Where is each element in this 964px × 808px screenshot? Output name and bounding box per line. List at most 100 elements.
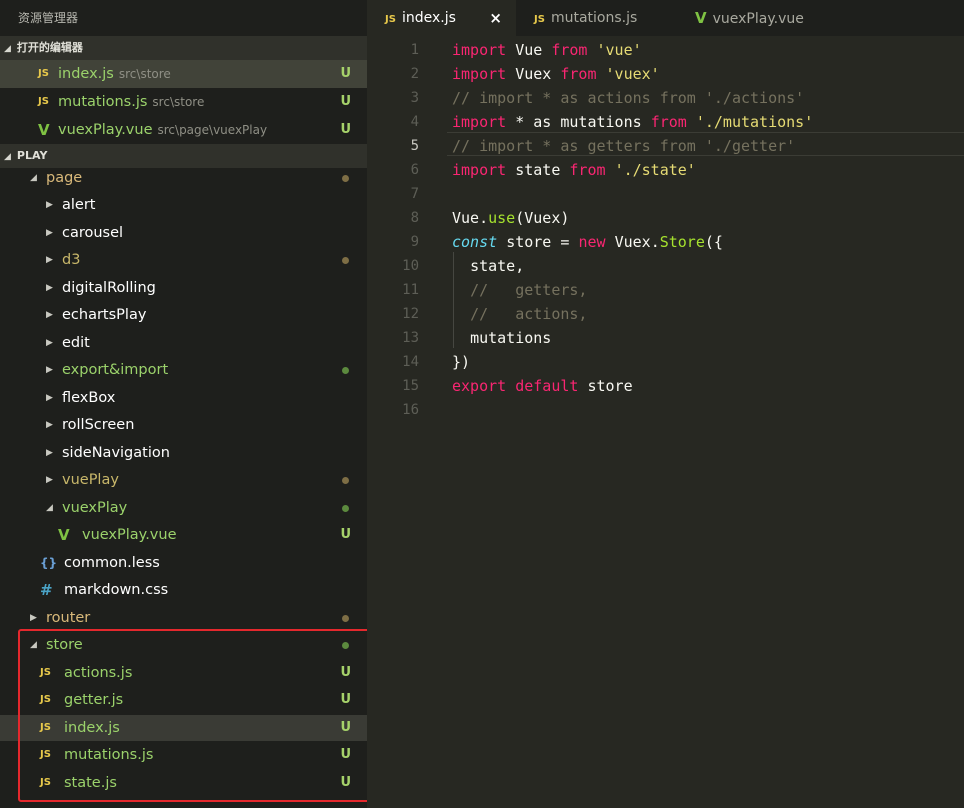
tab-label: index.js <box>401 10 456 26</box>
tree-item-label: carousel <box>62 225 124 241</box>
tab-mutations-js[interactable]: JS mutations.js <box>516 0 677 36</box>
expanded-icon: ◢ <box>30 173 37 183</box>
open-editors-list: JS index.js src\store U JS mutations.js src\st… <box>0 60 367 144</box>
vue-file-icon: V <box>695 9 707 27</box>
tree-file[interactable]: JS actions.js U <box>0 660 367 686</box>
project-label: PLAY <box>16 149 48 162</box>
code-line: import * as mutations from './mutations' <box>452 113 814 131</box>
explorer-sidebar: 资源管理器 ◢ 打开的编辑器 JS index.js src\store U JS muta… <box>0 0 367 808</box>
tree-item-label: edit <box>62 335 90 351</box>
tree-folder[interactable]: ▶ alert <box>0 192 367 218</box>
line-number: 7 <box>410 186 419 202</box>
tree-item-label: alert <box>62 197 96 213</box>
tree-folder[interactable]: ◢ store <box>0 632 367 658</box>
js-file-icon: JS <box>40 749 51 760</box>
line-number: 11 <box>402 282 419 298</box>
collapsed-icon: ▶ <box>46 338 53 348</box>
git-status-badge: U <box>340 122 351 137</box>
collapsed-icon: ▶ <box>46 283 53 293</box>
code-line: }) <box>452 353 471 371</box>
code-line: Vue.use(Vuex) <box>452 209 570 227</box>
tree-item-label: index.js <box>64 720 120 736</box>
tab-label: vuexPlay.vue <box>712 11 804 27</box>
tree-file[interactable]: {} common.less <box>0 550 367 576</box>
js-file-icon: JS <box>40 777 51 788</box>
tree-folder[interactable]: ▶ digitalRolling <box>0 275 367 301</box>
tree-item-label: getter.js <box>64 692 124 708</box>
tree-folder[interactable]: ▶ carousel <box>0 220 367 246</box>
tree-item-label: common.less <box>64 555 160 571</box>
js-file-icon: JS <box>40 722 51 733</box>
git-status-badge: U <box>340 527 351 542</box>
tree-item-label: vuexPlay.vue <box>82 527 177 543</box>
tree-folder[interactable]: ▶ flexBox <box>0 385 367 411</box>
open-editor-item[interactable]: JS index.js src\store U <box>0 60 367 88</box>
tree-item-label: actions.js <box>64 665 133 681</box>
tree-folder[interactable]: ▶ d3 <box>0 247 367 273</box>
tree-folder[interactable]: ▶ sideNavigation <box>0 440 367 466</box>
line-number: 16 <box>402 402 419 418</box>
collapsed-icon: ▶ <box>46 200 53 210</box>
file-name: mutations.js <box>58 94 148 110</box>
css-file-icon: # <box>40 581 53 599</box>
git-modified-dot <box>342 505 349 512</box>
file-path: src\page\vuexPlay <box>157 123 268 137</box>
git-modified-dot <box>342 642 349 649</box>
tree-folder[interactable]: ▶ vuePlay <box>0 467 367 493</box>
line-number: 8 <box>410 210 419 226</box>
code-line: export default store <box>452 377 633 395</box>
tree-folder[interactable]: ▶ edit <box>0 330 367 356</box>
tree-item-label: page <box>46 170 83 186</box>
tree-file[interactable]: # markdown.css <box>0 577 367 603</box>
code-line: import Vue from 'vue' <box>452 41 642 59</box>
file-tree: ◢ page ▶ alert ▶ carousel ▶ d3 ▶ digitalRolling ▶ e… <box>0 168 367 808</box>
tree-item-label: rollScreen <box>62 417 135 433</box>
line-number: 9 <box>410 234 419 250</box>
open-editors-label: 打开的编辑器 <box>16 41 83 54</box>
tree-item-label: markdown.css <box>64 582 169 598</box>
tab-vuexPlay-vue[interactable]: VvuexPlay.vue <box>677 0 817 36</box>
code-editor[interactable]: 1 2 3 4 5 6 7 8 9 10 11 12 13 14 15 16 import Vue from … <box>367 36 964 808</box>
line-number: 2 <box>410 66 419 82</box>
tree-folder[interactable]: ▶ router <box>0 605 367 631</box>
collapsed-icon: ▶ <box>46 255 53 265</box>
code-line: // import * as actions from './actions' <box>452 89 805 107</box>
editor-tabs: JS index.js × JS mutations.js VvuexPlay.vue <box>367 0 964 36</box>
open-editors-header[interactable]: ◢ 打开的编辑器 <box>0 36 367 60</box>
tree-item-label: digitalRolling <box>62 280 156 296</box>
line-number: 3 <box>410 90 419 106</box>
code-line: // actions, <box>470 305 588 323</box>
tree-file[interactable]: JS state.js U <box>0 770 367 796</box>
tree-folder[interactable]: ▶ echartsPlay <box>0 302 367 328</box>
tree-folder[interactable]: ▶ export&import <box>0 357 367 383</box>
open-editor-item[interactable]: VvuexPlay.vue src\page\vuexPlay U <box>0 116 367 144</box>
file-path: src\store <box>152 95 205 109</box>
close-icon[interactable]: × <box>489 0 502 36</box>
tree-folder[interactable]: ◢ vuexPlay <box>0 495 367 521</box>
tree-file[interactable]: JS index.js U <box>0 715 367 741</box>
explorer-title: 资源管理器 <box>0 0 367 36</box>
git-status-badge: U <box>340 94 351 109</box>
open-editor-item[interactable]: JS mutations.js src\store U <box>0 88 367 116</box>
collapsed-icon: ▶ <box>46 365 53 375</box>
collapsed-icon: ▶ <box>30 613 37 623</box>
js-file-icon: JS <box>38 96 49 107</box>
tree-item-label: echartsPlay <box>62 307 147 323</box>
git-status-badge: U <box>340 720 351 735</box>
expanded-icon: ◢ <box>46 503 53 513</box>
line-number: 4 <box>410 114 419 130</box>
tree-file[interactable]: JS mutations.js U <box>0 742 367 768</box>
code-line: import state from './state' <box>452 161 696 179</box>
tree-item-label: router <box>46 610 91 626</box>
tree-file[interactable]: VvuexPlay.vue U <box>0 522 367 548</box>
tree-folder[interactable]: ◢ page <box>0 165 367 191</box>
tab-index-js[interactable]: JS index.js × <box>367 0 516 36</box>
tree-folder[interactable]: ▶ rollScreen <box>0 412 367 438</box>
collapsed-icon: ▶ <box>46 228 53 238</box>
tree-file[interactable]: JS getter.js U <box>0 687 367 713</box>
code-line: mutations <box>470 329 552 347</box>
git-status-badge: U <box>340 775 351 790</box>
code-line: // getters, <box>470 281 588 299</box>
tree-item-label: vuexPlay <box>62 500 128 516</box>
expanded-icon: ◢ <box>30 640 37 650</box>
